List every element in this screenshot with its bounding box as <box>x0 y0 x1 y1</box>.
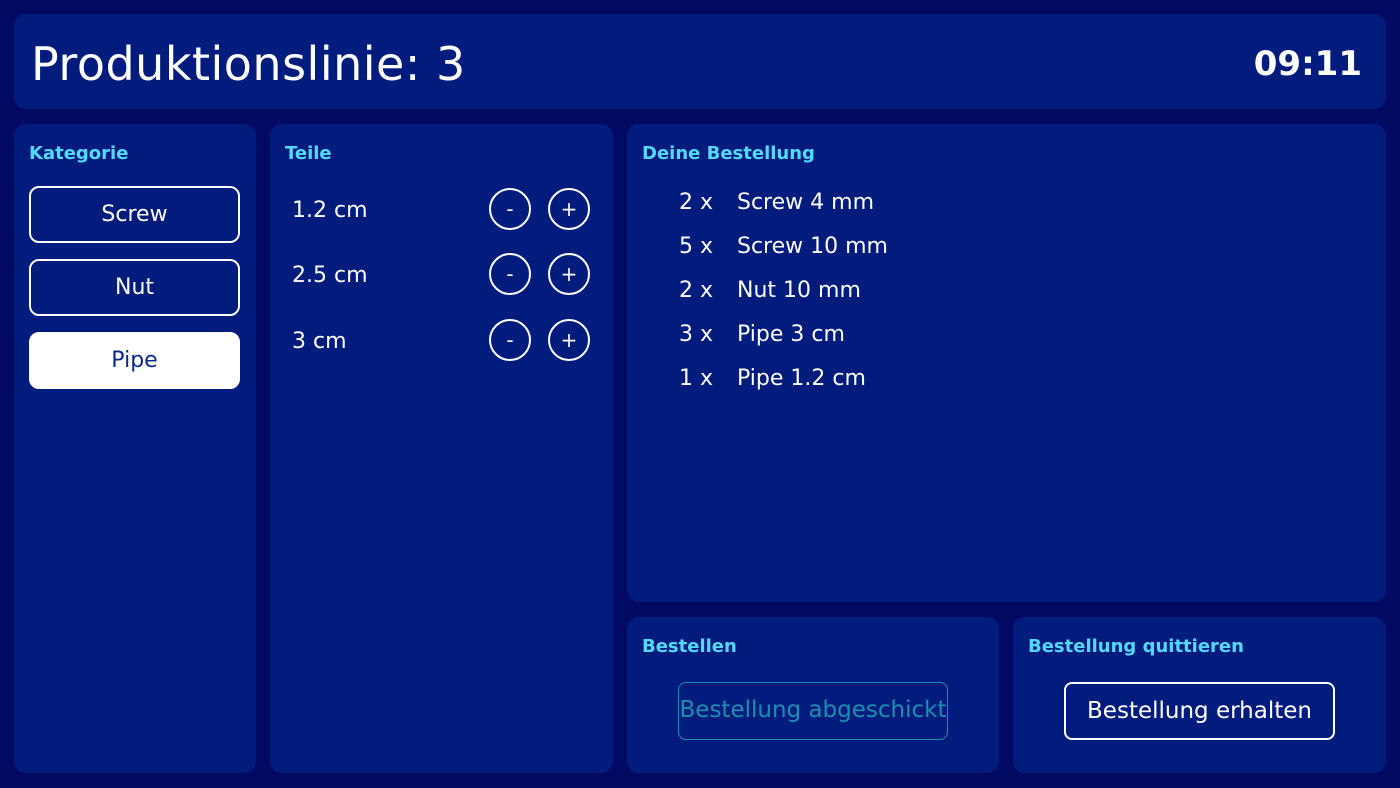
part-label: 1.2 cm <box>292 198 368 223</box>
page-title: Produktionslinie: 3 <box>31 37 466 91</box>
decrement-button[interactable]: - <box>489 253 531 295</box>
parts-panel: Teile 1.2 cm - + 2.5 cm - + 3 cm - + <box>270 124 613 773</box>
decrement-button[interactable]: - <box>489 319 531 361</box>
order-item-name: Pipe 3 cm <box>737 322 845 347</box>
part-row: 2.5 cm - + <box>292 253 592 299</box>
order-panel: Deine Bestellung 2 x Screw 4 mm 5 x Scre… <box>627 124 1386 602</box>
order-item-name: Screw 4 mm <box>737 190 874 215</box>
submit-order-panel: Bestellen Bestellung abgeschickt <box>627 617 999 773</box>
order-item-quantity: 2 x <box>679 190 714 215</box>
clock: 09:11 <box>1253 44 1362 84</box>
category-button-pipe[interactable]: Pipe <box>29 332 240 389</box>
decrement-button[interactable]: - <box>489 188 531 230</box>
increment-button[interactable]: + <box>548 319 590 361</box>
order-item-quantity: 3 x <box>679 322 714 347</box>
category-button-nut[interactable]: Nut <box>29 259 240 316</box>
order-panel-title: Deine Bestellung <box>642 143 815 164</box>
order-received-button[interactable]: Bestellung erhalten <box>1064 682 1335 740</box>
part-label: 2.5 cm <box>292 263 368 288</box>
part-row: 1.2 cm - + <box>292 188 592 234</box>
submit-order-panel-title: Bestellen <box>642 636 737 657</box>
increment-button[interactable]: + <box>548 188 590 230</box>
order-item-name: Screw 10 mm <box>737 234 888 259</box>
part-label: 3 cm <box>292 329 347 354</box>
confirm-order-panel-title: Bestellung quittieren <box>1028 636 1244 657</box>
category-button-screw[interactable]: Screw <box>29 186 240 243</box>
order-item-quantity: 5 x <box>679 234 714 259</box>
confirm-order-panel: Bestellung quittieren Bestellung erhalte… <box>1013 617 1386 773</box>
part-row: 3 cm - + <box>292 319 592 365</box>
parts-panel-title: Teile <box>285 143 332 164</box>
header-bar: Produktionslinie: 3 09:11 <box>14 14 1386 109</box>
order-item-name: Nut 10 mm <box>737 278 861 303</box>
order-sent-button[interactable]: Bestellung abgeschickt <box>678 682 948 740</box>
order-item-quantity: 1 x <box>679 366 714 391</box>
increment-button[interactable]: + <box>548 253 590 295</box>
order-item-name: Pipe 1.2 cm <box>737 366 866 391</box>
category-panel: Kategorie Screw Nut Pipe <box>14 124 256 773</box>
category-panel-title: Kategorie <box>29 143 129 164</box>
order-item-quantity: 2 x <box>679 278 714 303</box>
